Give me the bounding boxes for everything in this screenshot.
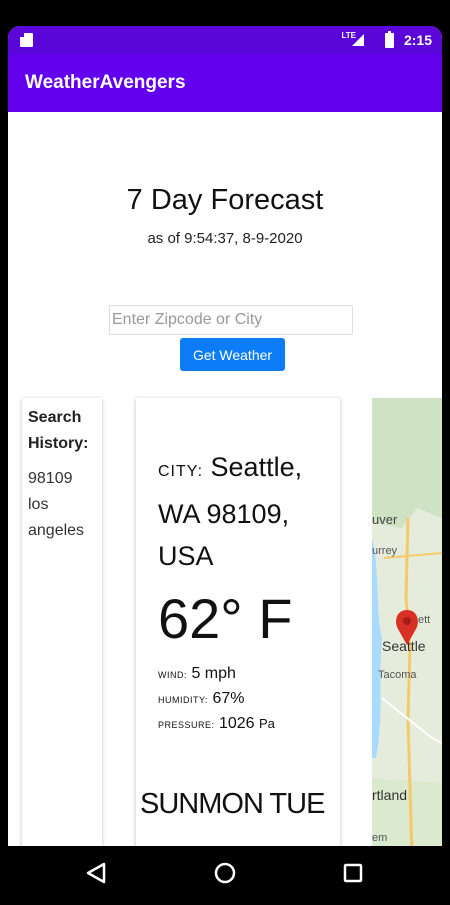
history-item[interactable]: 98109 xyxy=(28,466,84,492)
get-weather-button[interactable]: Get Weather xyxy=(180,338,285,371)
status-bar: LTE 2:15 xyxy=(8,26,442,54)
city-line: USA xyxy=(158,541,214,571)
map-graphic: uver urrey ett Seattle Tacoma rtland em xyxy=(372,398,442,846)
history-item[interactable]: los xyxy=(28,492,84,518)
status-time: 2:15 xyxy=(403,32,432,48)
home-icon[interactable] xyxy=(214,862,236,884)
battery-icon xyxy=(385,31,394,48)
city-line: WA 98109, xyxy=(158,499,290,529)
search-input[interactable] xyxy=(109,305,353,335)
search-history-card: Search History: 98109 los angeles xyxy=(22,398,102,846)
humidity-label: HUMIDITY: xyxy=(158,695,209,705)
app-bar: WeatherAvengers xyxy=(8,54,442,112)
map-label: ett xyxy=(418,614,430,626)
signal-icon xyxy=(352,34,364,46)
map-label: em xyxy=(372,832,387,844)
forecast-days: SUNMON TUE xyxy=(140,788,325,820)
main-content: 7 Day Forecast as of 9:54:37, 8-9-2020 G… xyxy=(8,112,442,846)
city-line: Seattle, xyxy=(210,452,303,482)
map-view[interactable]: uver urrey ett Seattle Tacoma rtland em xyxy=(372,398,442,846)
recents-icon[interactable] xyxy=(343,863,363,883)
app-screen: LTE 2:15 WeatherAvengers 7 Day Forecast … xyxy=(8,26,442,846)
search-history-list: 98109 los angeles xyxy=(28,466,84,544)
pressure-row: PRESSURE: 1026 Pa xyxy=(158,715,275,733)
weather-card: CITY: Seattle, WA 98109, USA 62° F WIND:… xyxy=(136,398,340,846)
wind-row: WIND: 5 mph xyxy=(158,665,236,683)
map-label: uver xyxy=(372,512,398,527)
page-title: 7 Day Forecast xyxy=(126,184,324,216)
map-label: urrey xyxy=(372,545,398,557)
history-item[interactable]: angeles xyxy=(28,518,84,544)
system-nav-bar xyxy=(0,846,450,900)
city-block: CITY: Seattle, WA 98109, USA xyxy=(158,446,333,577)
sd-card-icon xyxy=(20,33,33,47)
pressure-unit: Pa xyxy=(259,716,275,731)
as-of-timestamp: as of 9:54:37, 8-9-2020 xyxy=(147,230,303,247)
search-history-title: Search History: xyxy=(28,409,89,452)
humidity-row: HUMIDITY: 67% xyxy=(158,690,245,708)
map-label: Seattle xyxy=(382,638,426,654)
map-label: Tacoma xyxy=(378,669,417,681)
humidity-value: 67% xyxy=(212,690,245,707)
back-icon[interactable] xyxy=(86,862,106,884)
city-label: CITY: xyxy=(158,463,204,480)
wind-value: 5 mph xyxy=(191,665,236,682)
pressure-label: PRESSURE: xyxy=(158,720,215,730)
app-title: WeatherAvengers xyxy=(25,72,186,93)
map-label: rtland xyxy=(372,787,407,803)
pressure-value: 1026 xyxy=(218,715,255,732)
wind-label: WIND: xyxy=(158,670,187,680)
temperature: 62° F xyxy=(158,587,293,650)
